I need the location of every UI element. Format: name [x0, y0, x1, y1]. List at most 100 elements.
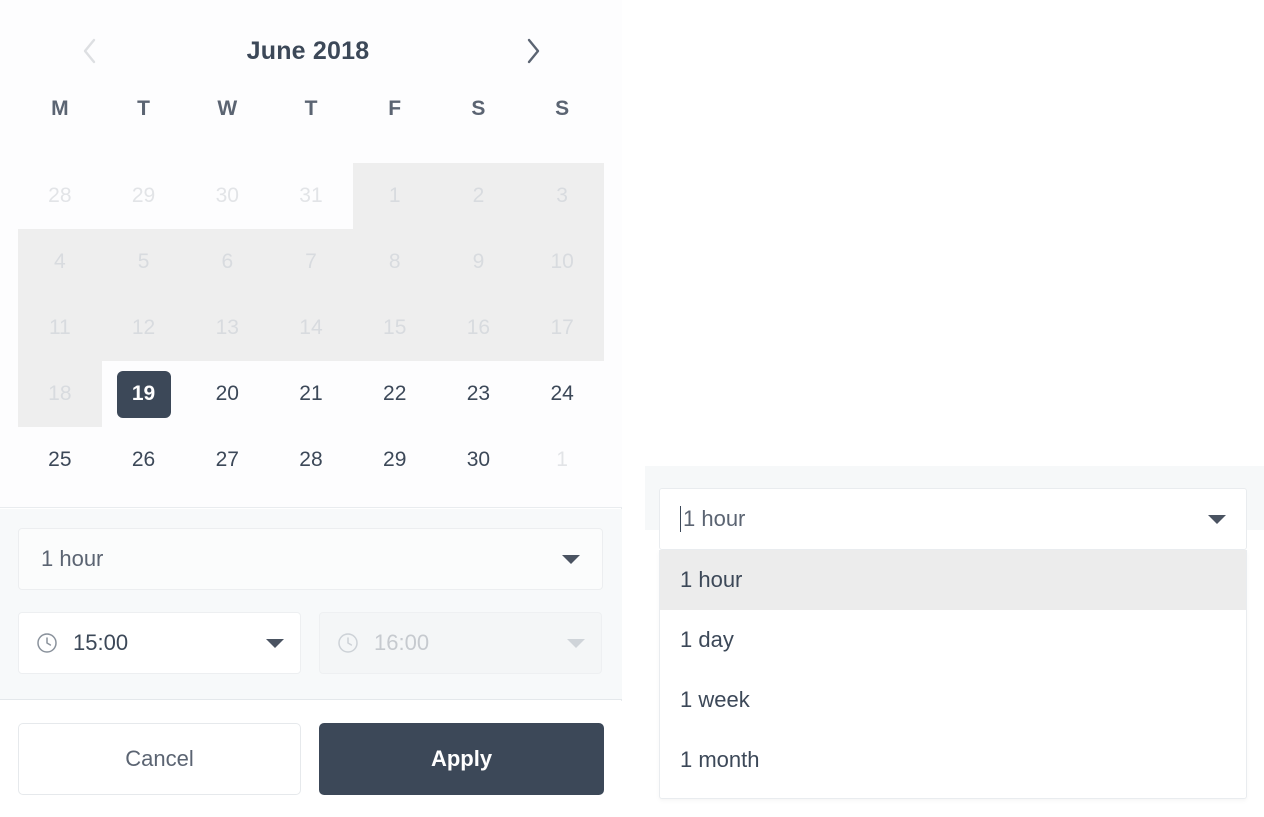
start-time-value: 15:00 — [73, 630, 129, 655]
calendar-day-label: 28 — [299, 448, 323, 471]
calendar-day-label: 11 — [48, 316, 71, 339]
calendar-day-5: 5 — [101, 229, 186, 295]
calendar-day-2: 2 — [436, 163, 521, 229]
calendar-day-label: 16 — [466, 316, 491, 339]
calendar-day-label: 28 — [48, 184, 72, 207]
duration-select[interactable]: 1 hour — [18, 528, 603, 590]
calendar-day-label: 9 — [472, 250, 485, 273]
datetime-picker-panel: June 2018 MTWTFSS 28 29 30 31 1 2 3 4 5 6 7 8 9 10 11 1… — [0, 0, 622, 817]
calendar-day-1: 1 — [520, 427, 604, 493]
calendar-day-11: 11 — [18, 295, 102, 361]
calendar-day-4: 4 — [18, 229, 102, 295]
calendar-day-label: 8 — [388, 250, 401, 273]
duration-combobox-input[interactable]: 1 hour — [659, 488, 1247, 550]
calendar-day-19[interactable]: 19 — [102, 361, 186, 427]
calendar-day-label: 23 — [466, 382, 491, 405]
calendar-day-21[interactable]: 21 — [269, 361, 353, 427]
weekday-label: W — [217, 97, 238, 120]
calendar-day-28: 28 — [18, 163, 102, 229]
calendar-day-29: 29 — [102, 163, 186, 229]
calendar-day-30: 30 — [185, 163, 269, 229]
calendar-day-24[interactable]: 24 — [520, 361, 604, 427]
duration-option[interactable]: 1 month — [660, 730, 1246, 790]
calendar-day-label: 25 — [48, 448, 72, 471]
calendar-day-10: 10 — [520, 229, 604, 295]
calendar-day-label: 13 — [215, 316, 239, 339]
calendar-day-15: 15 — [352, 295, 437, 361]
calendar-day-label: 26 — [131, 448, 156, 471]
chevron-down-icon — [567, 638, 585, 648]
duration-option[interactable]: 1 day — [660, 610, 1246, 670]
picker-footer: Cancel Apply — [0, 701, 622, 817]
calendar-day-7: 7 — [269, 229, 353, 295]
chevron-down-icon — [562, 554, 580, 564]
datetime-picker-screen: June 2018 MTWTFSS 28 29 30 31 1 2 3 4 5 6 7 8 9 10 11 1… — [0, 0, 1264, 817]
time-fields-row: 15:00 16:00 — [18, 612, 603, 674]
calendar-day-18: 18 — [18, 361, 102, 427]
calendar-section: June 2018 MTWTFSS 28 29 30 31 1 2 3 4 5 6 7 8 9 10 11 1… — [0, 0, 622, 508]
calendar-day-13: 13 — [185, 295, 270, 361]
calendar-day-label: 10 — [550, 250, 574, 273]
calendar-day-label: 4 — [54, 250, 66, 273]
calendar-day-29[interactable]: 29 — [353, 427, 437, 493]
weekday-label: T — [137, 97, 150, 120]
end-time-field: 16:00 — [319, 612, 602, 674]
calendar-day-12: 12 — [101, 295, 186, 361]
duration-option[interactable]: 1 hour — [660, 550, 1246, 610]
calendar-day-22[interactable]: 22 — [353, 361, 437, 427]
calendar-day-label: 17 — [550, 316, 574, 339]
duration-option[interactable]: 1 week — [660, 670, 1246, 730]
calendar-day-label: 24 — [550, 382, 574, 405]
clock-icon — [35, 631, 59, 655]
calendar-day-label: 3 — [556, 184, 568, 207]
calendar-day-25[interactable]: 25 — [18, 427, 102, 493]
start-time-field[interactable]: 15:00 — [18, 612, 301, 674]
time-controls-section: 1 hour 15:00 16:00 — [0, 509, 622, 700]
duration-combobox-panel: 1 hour 1 hour 1 day 1 week 1 month — [623, 0, 1264, 817]
calendar-day-label: 27 — [215, 448, 239, 471]
calendar-day-label: 14 — [299, 316, 323, 339]
calendar-day-30[interactable]: 30 — [437, 427, 521, 493]
chevron-down-icon[interactable] — [1208, 514, 1226, 524]
calendar-day-20[interactable]: 20 — [185, 361, 269, 427]
weekday-label: S — [471, 97, 486, 120]
calendar-header: June 2018 — [0, 22, 622, 80]
calendar-day-26[interactable]: 26 — [102, 427, 186, 493]
calendar-day-label: 1 — [556, 448, 568, 471]
calendar-day-label: 31 — [299, 184, 323, 207]
apply-button[interactable]: Apply — [319, 723, 604, 795]
calendar-day-28[interactable]: 28 — [269, 427, 353, 493]
chevron-right-icon[interactable] — [516, 34, 550, 68]
cancel-button[interactable]: Cancel — [18, 723, 301, 795]
weekday-label: T — [304, 97, 318, 120]
calendar-day-9: 9 — [436, 229, 521, 295]
calendar-day-3: 3 — [520, 163, 604, 229]
calendar-day-label: 21 — [299, 382, 323, 405]
weekday-header-row: MTWTFSS — [18, 97, 604, 121]
calendar-title: June 2018 — [246, 36, 370, 65]
calendar-day-label: 29 — [383, 448, 407, 471]
calendar-day-label: 29 — [131, 184, 156, 207]
calendar-day-label: 20 — [215, 382, 239, 405]
calendar-day-14: 14 — [269, 295, 353, 361]
weekday-label: F — [388, 97, 402, 120]
chevron-down-icon — [266, 638, 284, 648]
calendar-day-1: 1 — [352, 163, 437, 229]
calendar-day-grid: 28 29 30 31 1 2 3 4 5 6 7 8 9 10 11 12 13 14 15 16 17 18 19 20 2… — [18, 163, 604, 493]
duration-select-value: 1 hour — [41, 546, 104, 571]
calendar-day-6: 6 — [185, 229, 270, 295]
duration-option-list: 1 hour 1 day 1 week 1 month — [659, 550, 1247, 799]
calendar-day-label: 30 — [215, 184, 239, 207]
calendar-day-31: 31 — [269, 163, 353, 229]
calendar-day-16: 16 — [436, 295, 521, 361]
calendar-day-23[interactable]: 23 — [437, 361, 521, 427]
calendar-day-label: 22 — [383, 382, 407, 405]
calendar-day-label: 5 — [137, 250, 150, 273]
end-time-value: 16:00 — [374, 630, 430, 655]
calendar-day-27[interactable]: 27 — [185, 427, 269, 493]
weekday-label: S — [555, 97, 570, 120]
calendar-day-8: 8 — [352, 229, 437, 295]
calendar-day-label: 18 — [48, 382, 72, 405]
text-caret — [680, 506, 681, 532]
calendar-day-label: 1 — [388, 184, 401, 207]
